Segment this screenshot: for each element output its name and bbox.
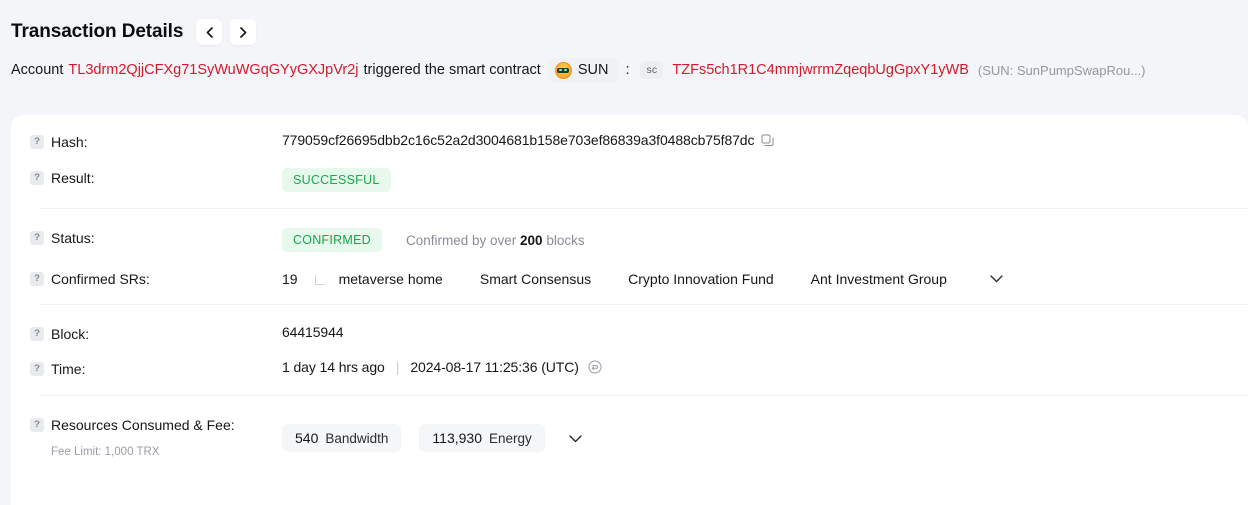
row-label-status: ? Status:	[30, 228, 282, 247]
chevron-left-icon	[206, 26, 213, 38]
label-time: Time:	[51, 361, 86, 377]
chevron-down-icon	[569, 431, 582, 446]
summary-prefix: Account	[11, 62, 64, 78]
energy-value: 113,930	[432, 430, 482, 446]
expand-resources-button[interactable]	[563, 429, 588, 448]
help-icon[interactable]: ?	[30, 231, 44, 245]
refresh-icon[interactable]	[588, 360, 602, 374]
status-badge-result: SUCCESSFUL	[282, 168, 391, 192]
confirmed-srs-count: 19	[282, 270, 298, 287]
row-label-block: ? Block:	[30, 324, 282, 343]
row-value-status: CONFIRMED Confirmed by over 200 blocks	[282, 228, 1248, 252]
confirmation-note-suffix: blocks	[546, 232, 585, 248]
nav-buttons	[196, 19, 257, 45]
prev-transaction-button[interactable]	[196, 19, 223, 45]
help-icon[interactable]: ?	[30, 418, 44, 432]
bandwidth-value: 540	[295, 430, 319, 446]
smart-contract-badge: sc	[640, 61, 664, 79]
row-hash: ? Hash: 779059cf26695dbb2c16c52a2d300468…	[11, 115, 1248, 151]
label-confirmed-srs: Confirmed SRs:	[51, 271, 150, 287]
sr-name-2[interactable]: Crypto Innovation Fund	[628, 271, 774, 287]
row-value-resources: 540 Bandwidth 113,930 Energy	[282, 415, 1248, 452]
chevron-right-icon	[239, 26, 247, 38]
transaction-summary: Account TL3drm2QjjCFXg71SyWuWGqGYyGXJpVr…	[0, 48, 1248, 88]
summary-middle-text: triggered the smart contract	[363, 62, 541, 78]
confirmation-block-count: 200	[520, 232, 543, 248]
row-value-time: 1 day 14 hrs ago | 2024-08-17 11:25:36 (…	[282, 359, 1248, 375]
page-header: Transaction Details	[0, 0, 1248, 48]
help-icon[interactable]: ?	[30, 272, 44, 286]
row-label-result: ? Result:	[30, 168, 282, 187]
row-confirmed-srs: ? Confirmed SRs: 19 metaverse home Smart…	[11, 252, 1248, 288]
row-label-hash: ? Hash:	[30, 132, 282, 151]
token-chip-label: SUN	[577, 62, 609, 78]
block-number[interactable]: 64415944	[282, 324, 344, 340]
expand-confirmed-srs-button[interactable]	[984, 269, 1009, 288]
contract-address-link[interactable]: TZFs5ch1R1C4mmjwrrmZqeqbUgGpxY1yWB	[672, 62, 969, 78]
bandwidth-unit: Bandwidth	[325, 431, 389, 446]
row-label-time: ? Time:	[30, 359, 282, 378]
row-value-confirmed-srs: 19 metaverse home Smart Consensus Crypto…	[282, 269, 1248, 288]
row-value-block: 64415944	[282, 324, 1248, 340]
energy-unit: Energy	[488, 431, 532, 446]
label-block: Block:	[51, 326, 90, 342]
bandwidth-pill[interactable]: 540 Bandwidth	[282, 424, 402, 452]
row-status: ? Status: CONFIRMED Confirmed by over 20…	[11, 209, 1248, 252]
sr-name-0[interactable]: metaverse home	[339, 271, 443, 287]
label-status: Status:	[51, 230, 95, 246]
time-relative: 1 day 14 hrs ago	[282, 359, 385, 375]
row-result: ? Result: SUCCESSFUL	[11, 151, 1248, 192]
transaction-details-card: ? Hash: 779059cf26695dbb2c16c52a2d300468…	[11, 115, 1248, 505]
copy-icon[interactable]	[761, 134, 774, 147]
row-label-resources: ? Resources Consumed & Fee: Fee Limit: 1…	[30, 415, 282, 458]
help-icon[interactable]: ?	[30, 171, 44, 185]
label-hash: Hash:	[51, 134, 88, 150]
hash-value: 779059cf26695dbb2c16c52a2d3004681b158e70…	[282, 132, 755, 148]
status-badge-confirmed: CONFIRMED	[282, 228, 382, 252]
help-icon[interactable]: ?	[30, 362, 44, 376]
time-separator: |	[395, 359, 400, 375]
page-title: Transaction Details	[11, 21, 184, 42]
energy-pill[interactable]: 113,930 Energy	[419, 424, 545, 452]
row-time: ? Time: 1 day 14 hrs ago | 2024-08-17 11…	[11, 343, 1248, 378]
summary-colon: :	[625, 62, 630, 78]
row-block: ? Block: 64415944	[11, 305, 1248, 343]
label-result: Result:	[51, 170, 95, 186]
fee-limit-text: Fee Limit: 1,000 TRX	[51, 446, 160, 458]
row-value-result: SUCCESSFUL	[282, 168, 1248, 192]
row-label-confirmed-srs: ? Confirmed SRs:	[30, 269, 282, 288]
label-resources: Resources Consumed & Fee:	[51, 417, 235, 433]
contract-name-note: (SUN: SunPumpSwapRou...)	[977, 62, 1146, 78]
next-transaction-button[interactable]	[230, 19, 257, 45]
transaction-details-page: Transaction Details Account TL3drm2QjjCF…	[0, 0, 1248, 505]
time-absolute: 2024-08-17 11:25:36 (UTC)	[410, 359, 579, 375]
token-chip-sun[interactable]: SUN	[547, 57, 619, 83]
chevron-down-icon	[990, 271, 1003, 286]
help-icon[interactable]: ?	[30, 135, 44, 149]
sun-token-icon	[554, 61, 572, 79]
sr-avatar-placeholder-icon	[314, 271, 329, 286]
account-address-link[interactable]: TL3drm2QjjCFXg71SyWuWGqGYyGXJpVr2j	[68, 62, 358, 78]
help-icon[interactable]: ?	[30, 327, 44, 341]
sr-name-1[interactable]: Smart Consensus	[480, 271, 591, 287]
confirmation-note-prefix: Confirmed by over	[405, 232, 517, 248]
row-resources: ? Resources Consumed & Fee: Fee Limit: 1…	[11, 396, 1248, 458]
sr-name-3[interactable]: Ant Investment Group	[811, 271, 947, 287]
confirmation-note: Confirmed by over 200 blocks	[406, 233, 585, 248]
row-value-hash: 779059cf26695dbb2c16c52a2d3004681b158e70…	[282, 132, 1248, 148]
